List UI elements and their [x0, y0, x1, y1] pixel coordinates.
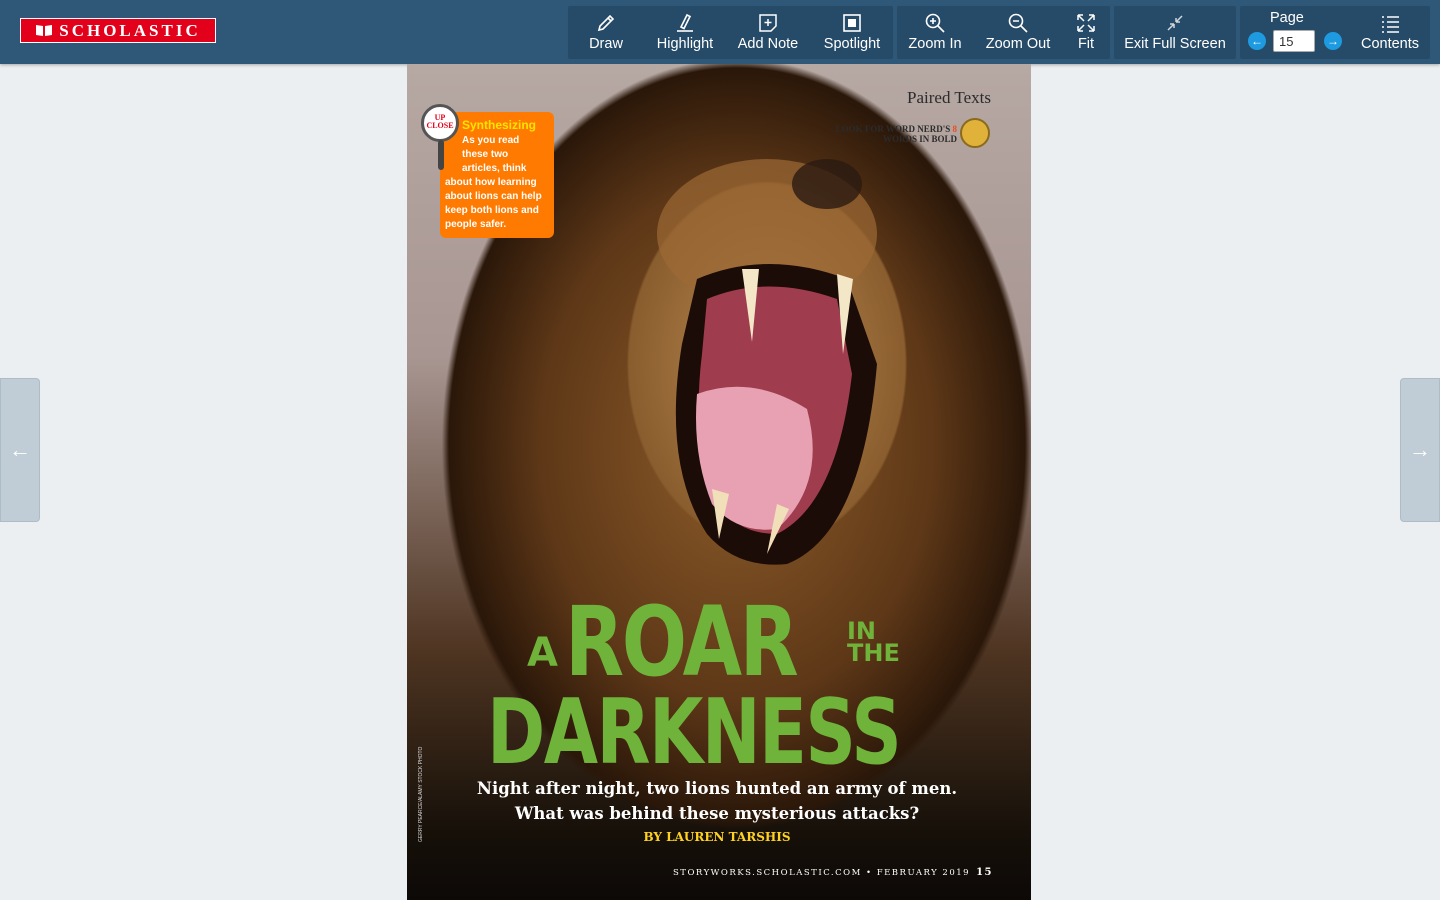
zoom-in-icon [925, 13, 945, 33]
word-nerd-line1-text: LOOK FOR WORD NERD'S [835, 124, 951, 134]
highlight-label: Highlight [656, 36, 714, 52]
photo-credit: GERRY PEARCE/ALAMY STOCK PHOTO [418, 746, 424, 842]
up-close-badge-line2: CLOSE [426, 121, 454, 130]
title-word-in-the: IN THE [847, 619, 900, 667]
spotlight-button[interactable]: Spotlight [818, 6, 886, 59]
magnifier-handle [438, 140, 444, 170]
dek-line-2: What was behind these mysterious attacks… [514, 804, 920, 823]
zoom-in-label: Zoom In [908, 36, 962, 52]
magnifier-icon: UP CLOSE [421, 104, 459, 142]
zoom-out-label: Zoom Out [985, 36, 1051, 52]
exit-full-screen-label: Exit Full Screen [1124, 36, 1226, 52]
spotlight-icon [843, 14, 861, 32]
list-icon [1382, 16, 1399, 33]
word-nerd-note: LOOK FOR WORD NERD'S 8 WORDS IN BOLD [836, 124, 957, 144]
dek-line-1: Night after night, two lions hunted an a… [476, 779, 958, 798]
highlighter-icon [677, 13, 693, 32]
word-nerd-count: 8 [952, 124, 958, 134]
contents-button[interactable]: Contents [1356, 6, 1424, 59]
fit-label: Fit [1077, 36, 1095, 52]
draw-button[interactable]: Draw [576, 6, 636, 59]
folio-page-number: 15 [976, 867, 993, 878]
add-note-button[interactable]: Add Note [734, 6, 802, 59]
zoom-out-button[interactable]: Zoom Out [983, 6, 1053, 59]
arrow-left-icon: ← [9, 437, 31, 462]
section-label: Paired Texts [907, 88, 991, 107]
pencil-icon [597, 14, 615, 32]
scholastic-logo[interactable]: SCHOLASTIC [20, 18, 216, 43]
highlight-button[interactable]: Highlight [652, 6, 718, 59]
title-word-a: A [527, 630, 558, 676]
draw-label: Draw [589, 36, 623, 52]
fullscreen-group: Exit Full Screen [1114, 6, 1236, 59]
up-close-text-1: As you read these two articles, think [462, 135, 527, 174]
arrow-right-icon: → [1409, 437, 1431, 462]
book-icon [36, 25, 53, 36]
add-note-icon [759, 14, 777, 32]
up-close-heading: Synthesizing [462, 118, 537, 132]
collapse-icon [1167, 15, 1183, 31]
page-label: Page [1270, 10, 1304, 26]
zoom-out-icon [1008, 13, 1028, 33]
add-note-label: Add Note [737, 36, 799, 52]
previous-page-button[interactable]: ← [0, 378, 40, 522]
spotlight-label: Spotlight [823, 36, 881, 52]
zoom-in-button[interactable]: Zoom In [905, 6, 965, 59]
annotation-tools-group: Draw Highlight Add Note Spotlight [568, 6, 893, 59]
title-word-darkness: DARKNESS [487, 680, 902, 785]
contents-label: Contents [1360, 36, 1420, 52]
title-word-the: THE [847, 639, 900, 667]
magazine-page: Paired Texts LOOK FOR WORD NERD'S 8 WORD… [407, 64, 1031, 900]
next-page-button[interactable]: → [1400, 378, 1440, 522]
up-close-text-2: about how learning about lions can help … [445, 177, 542, 230]
expand-icon [1077, 14, 1095, 32]
page-navigator: Page ← → Contents [1240, 6, 1430, 59]
word-nerd-line1: LOOK FOR WORD NERD'S 8 [836, 124, 957, 134]
arrow-left-circle-icon[interactable]: ← [1248, 32, 1266, 50]
word-nerd-line2: WORDS IN BOLD [882, 134, 957, 144]
fit-button[interactable]: Fit [1067, 6, 1105, 59]
byline: BY LAUREN TARSHIS [643, 830, 791, 844]
top-toolbar: SCHOLASTIC Draw Highlight Add Note Spotl… [0, 0, 1440, 64]
zoom-tools-group: Zoom In Zoom Out Fit [897, 6, 1110, 59]
page-number-input[interactable] [1273, 30, 1315, 52]
page-folio: STORYWORKS.SCHOLASTIC.COM • FEBRUARY 201… [673, 867, 993, 878]
exit-full-screen-button[interactable]: Exit Full Screen [1118, 6, 1232, 59]
word-nerd-mascot-icon [960, 118, 990, 148]
folio-text: STORYWORKS.SCHOLASTIC.COM • FEBRUARY 201… [672, 868, 971, 878]
arrow-right-circle-icon[interactable]: → [1324, 32, 1342, 50]
logo-text: SCHOLASTIC [59, 20, 201, 40]
article-dek: Night after night, two lions hunted an a… [467, 776, 967, 826]
